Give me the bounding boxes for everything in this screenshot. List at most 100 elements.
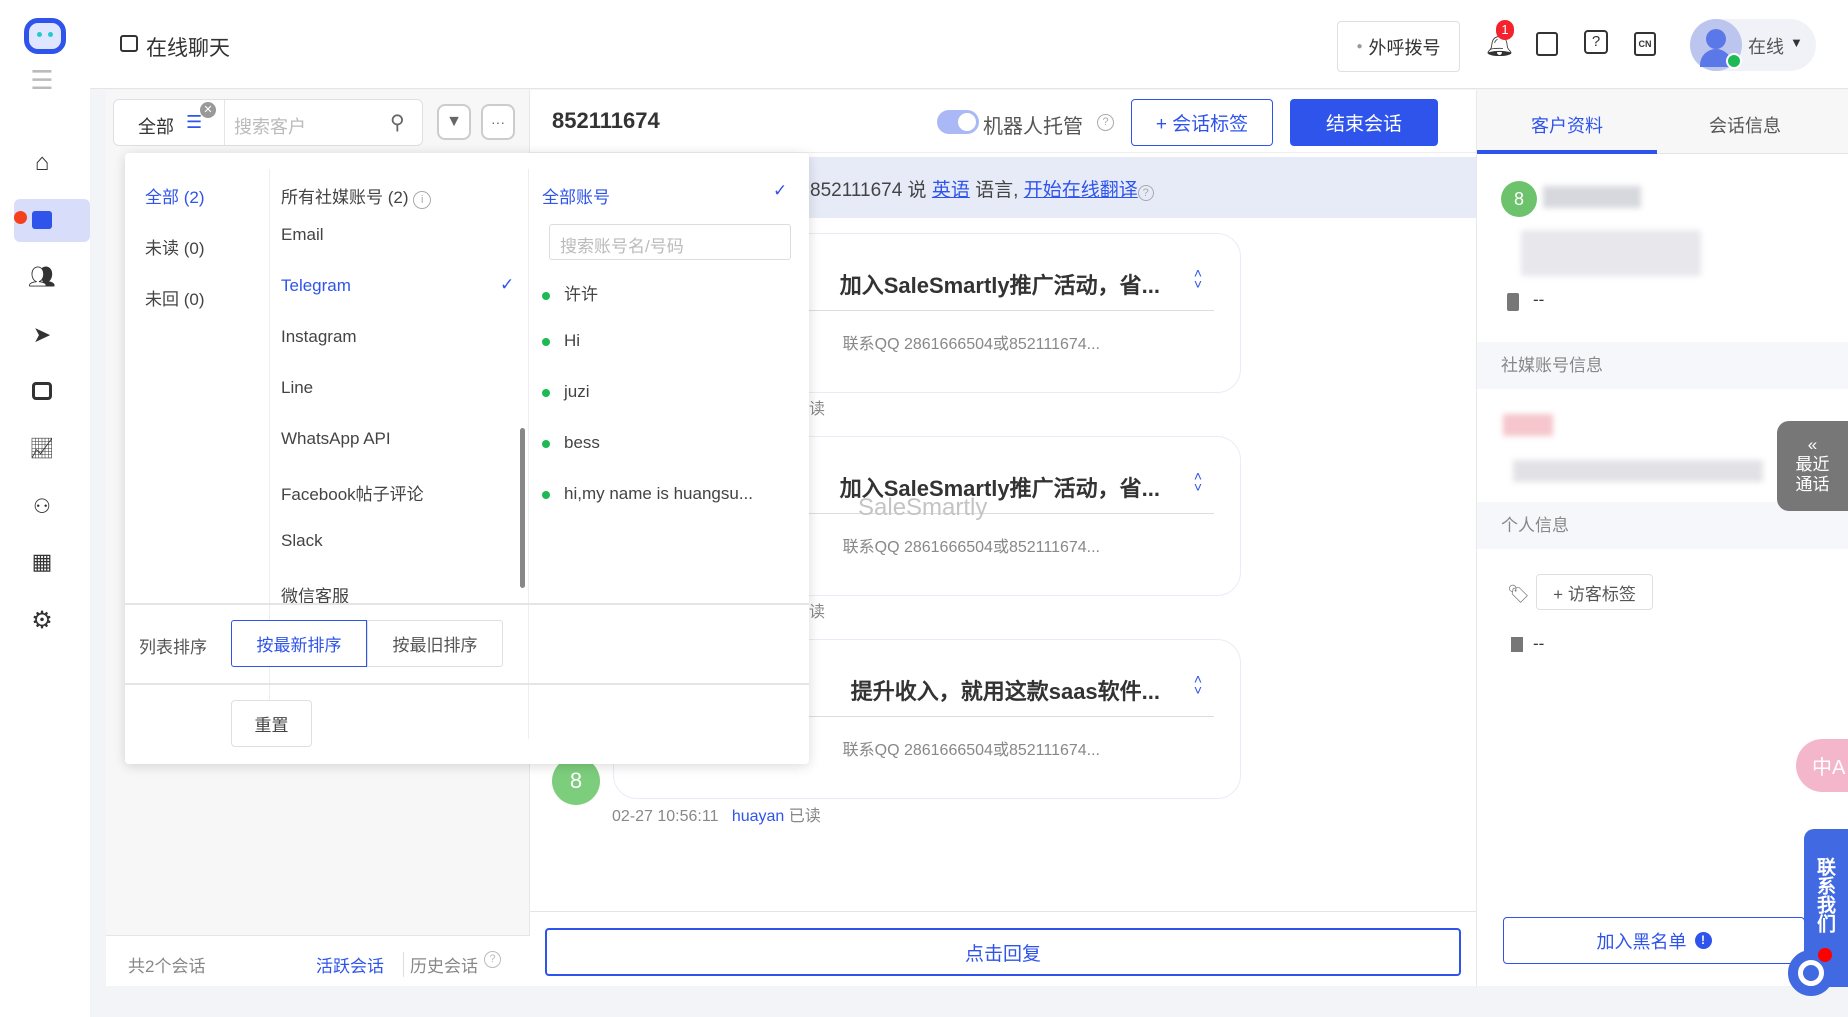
avatar: 8 [1501, 181, 1537, 217]
add-visitor-tag-button[interactable]: + 访客标签 [1536, 574, 1653, 610]
phone-icon [1507, 293, 1519, 311]
user-status-menu[interactable]: 在线 ▼ [1690, 19, 1816, 71]
channel-slack[interactable]: Slack [281, 531, 323, 551]
social-info-redacted [1513, 460, 1763, 482]
customer-info-redacted [1521, 230, 1701, 276]
chat-icon[interactable] [26, 204, 58, 236]
language-link[interactable]: 英语 [932, 180, 970, 201]
social-account-redacted [1503, 414, 1553, 436]
accounts-all[interactable]: 全部账号 [542, 183, 610, 208]
channel-telegram[interactable]: Telegram [281, 276, 351, 296]
blacklist-button[interactable]: 加入黑名单! [1503, 917, 1805, 964]
channel-facebook-comments[interactable]: Facebook帖子评论 [281, 480, 424, 505]
chat-header: 852111674 机器人托管 ? + 会话标签 结束会话 [530, 90, 1476, 153]
tab-session-info[interactable]: 会话信息 [1709, 112, 1781, 138]
top-header: 在线聊天 ● 外呼拨号 🔔︎ 1 ? CN 在线 ▼ [90, 0, 1848, 89]
bot-icon[interactable] [26, 375, 58, 407]
reply-button[interactable]: 点击回复 [545, 928, 1461, 976]
translate-float-button[interactable]: 中A [1796, 739, 1848, 792]
end-session-button[interactable]: 结束会话 [1290, 99, 1438, 146]
account-item[interactable]: bess [542, 433, 600, 453]
caret-down-icon: ▼ [1790, 35, 1803, 50]
left-nav: ☰ ⌂ 👥︎ ➤ 📈︎ ⚇ ▦ ⚙ [0, 0, 90, 1017]
logo-icon [24, 18, 66, 54]
channel-email[interactable]: Email [281, 225, 324, 245]
channel-instagram[interactable]: Instagram [281, 327, 357, 347]
sort-oldest-button[interactable]: 按最旧排序 [367, 620, 503, 667]
tab-customer-profile[interactable]: 客户资料 [1531, 112, 1603, 138]
bot-label: 机器人托管 [983, 116, 1083, 138]
language-icon[interactable]: CN [1634, 32, 1656, 56]
dial-button[interactable]: ● 外呼拨号 [1337, 21, 1460, 72]
status-unread[interactable]: 未读 (0) [145, 234, 205, 259]
tag-icon: 🏷︎ [1507, 584, 1530, 604]
tab-history-sessions[interactable]: 历史会话 [403, 952, 478, 977]
help-icon[interactable]: ? [1584, 30, 1608, 54]
search-icon[interactable]: ⚲ [390, 110, 405, 135]
notification-badge: 1 [1496, 20, 1514, 40]
message-meta: 02-27 10:56:11 huayan 已读 [612, 808, 821, 825]
search-bar: 全部 ☰ ✕ 搜索客户 ⚲ [113, 99, 423, 146]
help-icon[interactable]: ? [1097, 114, 1114, 131]
search-input[interactable]: 搜索客户 [234, 113, 306, 139]
right-tabs: 客户资料 会话信息 [1477, 90, 1848, 154]
filter-button[interactable]: ▼ [437, 104, 471, 140]
filter-tab[interactable]: 全部 [138, 113, 174, 139]
add-tag-button[interactable]: + 会话标签 [1131, 99, 1273, 146]
channel-line[interactable]: Line [281, 378, 313, 398]
note-value: -- [1533, 634, 1545, 653]
phone-value: -- [1533, 290, 1545, 309]
avatar: 8 [552, 757, 600, 805]
check-icon: ✓ [500, 275, 515, 294]
reset-button[interactable]: 重置 [231, 700, 312, 747]
settings-icon[interactable]: ⚙ [26, 604, 58, 636]
bot-toggle[interactable] [937, 110, 979, 134]
channels-title: 所有社媒账号 (2) i [281, 183, 432, 209]
account-item[interactable]: 许许 [542, 280, 598, 305]
send-icon[interactable]: ➤ [26, 319, 58, 351]
home-icon[interactable]: ⌂ [26, 147, 58, 179]
recent-calls-button[interactable]: «最近通话 [1777, 421, 1848, 511]
analytics-icon[interactable]: 📈︎ [26, 432, 58, 464]
device-icon[interactable] [1536, 32, 1558, 56]
chat-title: 852111674 [552, 108, 660, 133]
scrollbar[interactable] [520, 428, 525, 588]
account-item[interactable]: Hi [542, 331, 580, 351]
clear-filter-icon[interactable]: ✕ [200, 102, 216, 118]
sort-label: 列表排序 [139, 638, 207, 657]
social-section-title: 社媒账号信息 [1477, 342, 1848, 389]
check-icon: ✓ [773, 181, 788, 200]
sort-newest-button[interactable]: 按最新排序 [231, 620, 367, 667]
account-item[interactable]: hi,my name is huangsu... [542, 484, 753, 504]
status-label: 在线 [1748, 37, 1784, 57]
chevron-left-icon: « [1807, 435, 1818, 454]
help-icon[interactable]: ? [484, 951, 501, 968]
channel-whatsapp[interactable]: WhatsApp API [281, 429, 391, 449]
account-search-input[interactable]: 搜索账号名/号码 [549, 224, 791, 260]
start-translate-link[interactable]: 开始在线翻译 [1024, 180, 1138, 201]
list-filter-icon[interactable]: ☰ [186, 112, 202, 133]
customer-panel: 客户资料 会话信息 8 -- 社媒账号信息 个人信息 🏷︎ + 访客标签 -- … [1476, 90, 1848, 986]
apps-icon[interactable]: ▦ [26, 546, 58, 578]
more-button[interactable]: ··· [481, 104, 515, 140]
message-meta: 读 [809, 604, 826, 621]
org-icon[interactable]: ⚇ [26, 490, 58, 522]
conversation-count: 共2个会话 [128, 957, 206, 976]
dial-label: 外呼拨号 [1368, 37, 1441, 58]
status-unreplied[interactable]: 未回 (0) [145, 285, 205, 310]
help-icon: ? [1137, 185, 1154, 201]
status-all[interactable]: 全部 (2) [145, 183, 205, 208]
tab-active-sessions[interactable]: 活跃会话 [316, 952, 384, 977]
list-footer: 共2个会话 活跃会话 历史会话 ? [106, 935, 530, 986]
filter-dropdown: 全部 (2) 未读 (0) 未回 (0) 所有社媒账号 (2) i Email … [125, 153, 809, 764]
notification-dot [1818, 948, 1832, 962]
info-icon: i [413, 191, 432, 209]
message-meta: 读 [809, 401, 826, 418]
page-title: 在线聊天 [146, 37, 230, 60]
account-item[interactable]: juzi [542, 382, 590, 402]
menu-icon[interactable]: ☰ [26, 64, 58, 96]
warning-icon: ! [1694, 932, 1712, 949]
bookmark-icon [1511, 637, 1523, 652]
customer-name-redacted [1543, 186, 1641, 208]
contacts-icon[interactable]: 👥︎ [26, 261, 58, 293]
